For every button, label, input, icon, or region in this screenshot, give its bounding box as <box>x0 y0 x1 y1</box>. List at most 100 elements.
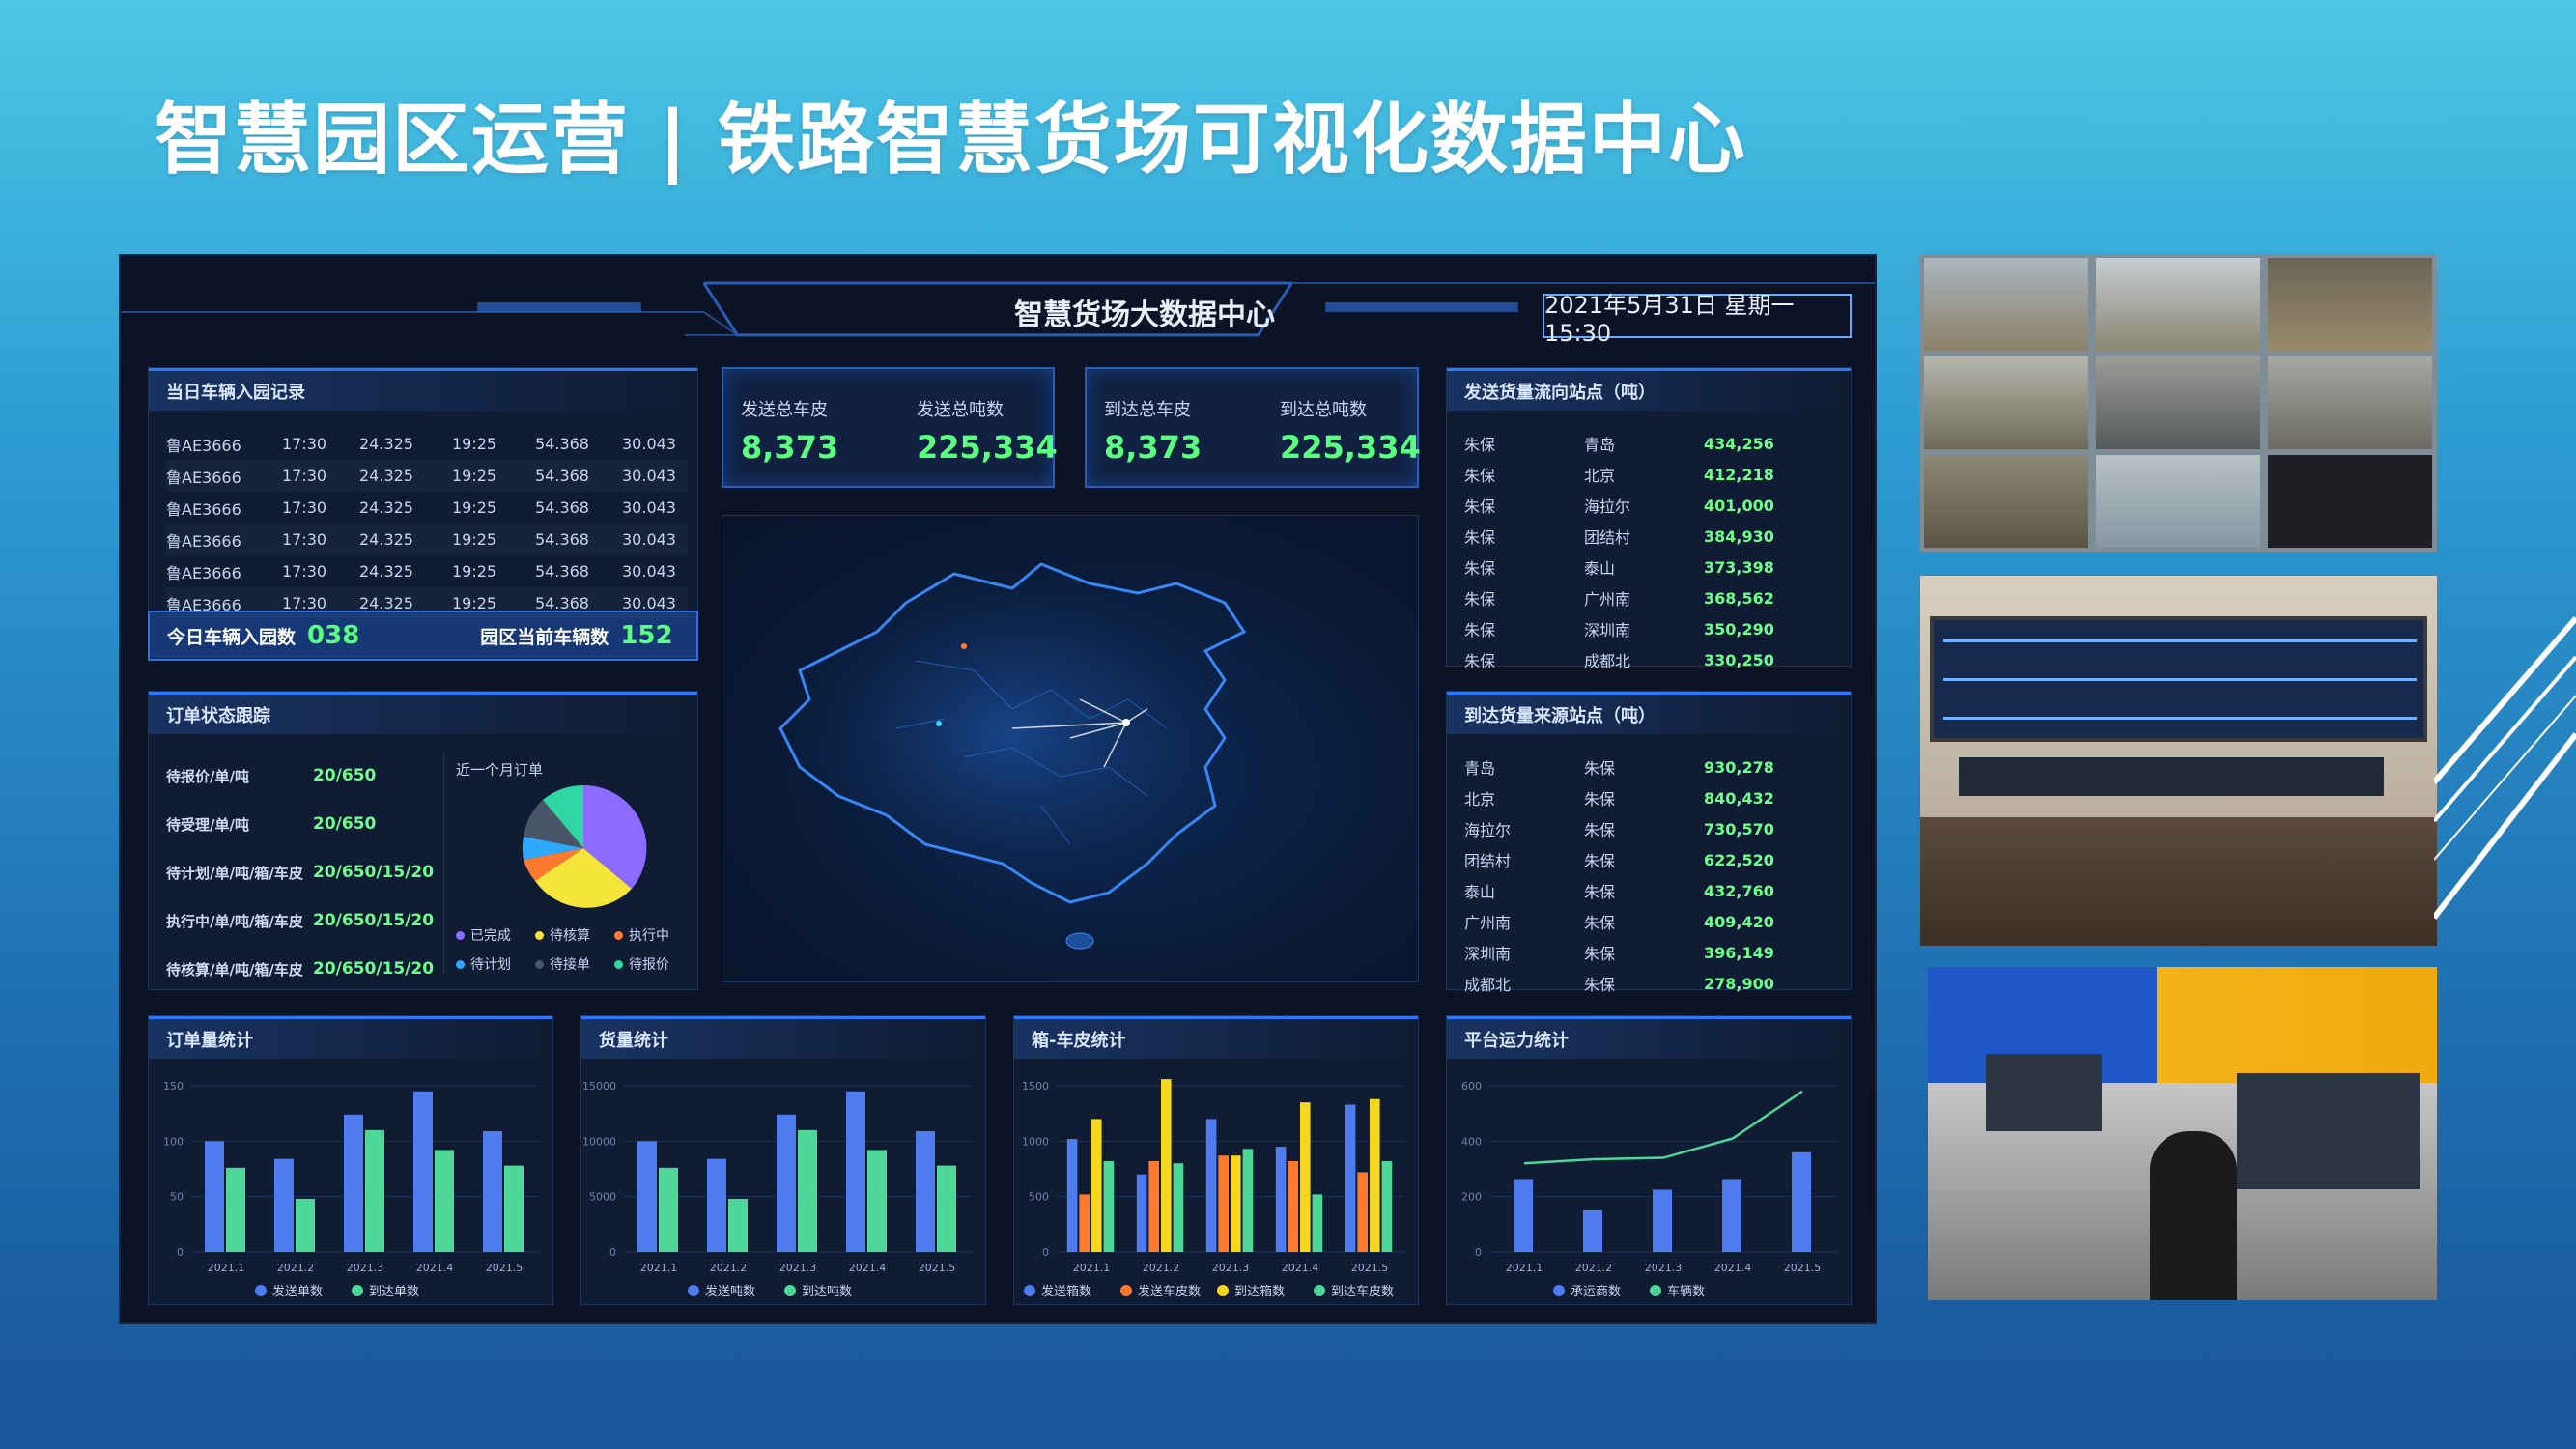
cell: 30.043 <box>622 530 676 549</box>
table-row[interactable]: 朱保 海拉尔 401,000 <box>1464 490 1851 521</box>
table-row[interactable]: 成都北 朱保 278,900 <box>1464 968 1851 999</box>
decorative-stripes <box>2434 616 2576 920</box>
kpi-send-card[interactable]: 发送总车皮 8,373 发送总吨数 225,334 <box>722 367 1058 488</box>
legend-item[interactable]: 待核算 <box>535 925 614 945</box>
legend-item[interactable]: 待计划 <box>456 954 535 974</box>
box-wagon-chart[interactable]: 0 500 1000 1500 2021.1 2021.2 2021.3 2021.4 2021… <box>1014 1059 1420 1306</box>
arrive-source-panel: 到达货量来源站点（吨） 青岛 朱保 930,278 北京 朱保 840,432 海拉尔朱… <box>1446 691 1852 994</box>
legend-item[interactable]: 待报价 <box>614 954 694 974</box>
kpi-label: 到达总吨数 <box>1280 400 1367 420</box>
x-tick-label: 2021.1 <box>640 1262 678 1274</box>
capacity-chart[interactable]: 0 200 400 600 2021.1 2021.2 2021.3 2021.4 2021.5… <box>1447 1059 1853 1306</box>
vehicle-counter-bar: 今日车辆入园数 038 园区当前车辆数 152 <box>148 611 698 661</box>
cell: 朱保 <box>1464 497 1496 516</box>
kpi-label: 发送总吨数 <box>917 400 1004 420</box>
cell-value: 401,000 <box>1704 496 1774 515</box>
table-row[interactable]: 鲁AE3666 17:30 24.325 19:25 54.368 30.043 <box>166 524 688 555</box>
x-tick-label: 2021.1 <box>1506 1262 1543 1274</box>
y-tick-label: 0 <box>177 1246 184 1259</box>
cell: 朱保 <box>1584 976 1616 994</box>
legend-item[interactable]: 执行中 <box>614 925 694 945</box>
table-row[interactable]: 朱保 成都北 330,250 <box>1464 644 1851 675</box>
cell: 19:25 <box>452 435 497 453</box>
bar-到达吨数 <box>867 1150 887 1252</box>
vehicle-entry-table: 鲁AE3666 17:30 24.325 19:25 54.368 30.043… <box>166 428 688 619</box>
order-status-list: 待报价/单/吨 20/650 待受理/单/吨 20/650 待计划/单/吨/箱/车皮… <box>166 752 456 993</box>
kpi-arrive-card[interactable]: 到达总车皮 8,373 到达总吨数 225,334 <box>1085 367 1421 488</box>
panel-title: 箱-车皮统计 <box>1014 1016 1418 1059</box>
y-tick-label: 500 <box>1029 1191 1049 1204</box>
camera-feed <box>2268 258 2432 351</box>
operator-workstation-photo <box>1928 967 2437 1300</box>
bar-到达车皮数 <box>1381 1160 1393 1252</box>
volume-chart[interactable]: 0 5000 10000 15000 2021.1 2021.2 2021.3 2021.4 2… <box>581 1059 987 1306</box>
table-row[interactable]: 北京 朱保 840,432 <box>1464 782 1851 813</box>
legend-label: 发送箱数 <box>1041 1284 1091 1299</box>
capacity-chart-panel: 平台运力统计 0 200 400 600 2021.1 2021.2 2021.3 2021.… <box>1446 1015 1852 1305</box>
table-row[interactable]: 朱保 北京 412,218 <box>1464 459 1851 490</box>
list-item[interactable]: 待计划/单/吨/箱/车皮 20/650/15/20 <box>166 848 456 896</box>
table-row[interactable]: 海拉尔 朱保 730,570 <box>1464 813 1851 844</box>
cell-value: 434,256 <box>1704 434 1774 453</box>
cell: 青岛 <box>1464 759 1496 778</box>
bar-发送箱数 <box>1205 1119 1217 1252</box>
bar-发送吨数 <box>777 1114 796 1252</box>
cell: 24.325 <box>359 530 413 549</box>
cell: 广州南 <box>1464 914 1512 932</box>
table-row[interactable]: 深圳南 朱保 396,149 <box>1464 937 1851 968</box>
legend-dot <box>784 1285 796 1296</box>
bar-发送单数 <box>413 1091 433 1252</box>
list-item[interactable]: 执行中/单/吨/箱/车皮 20/650/15/20 <box>166 896 456 945</box>
table-row[interactable]: 鲁AE3666 17:30 24.325 19:25 54.368 30.043 <box>166 492 688 524</box>
legend-item[interactable]: 待接单 <box>535 954 614 974</box>
cell: 19:25 <box>452 530 497 549</box>
send-flow-table: 朱保 青岛 434,256 朱保 北京 412,218 朱保 海拉尔 401,000 朱保团… <box>1464 428 1851 675</box>
cell: 30.043 <box>622 435 676 453</box>
cell: 朱保 <box>1584 821 1616 839</box>
table-row[interactable]: 朱保 团结村 384,930 <box>1464 521 1851 552</box>
legend-dot <box>1553 1285 1565 1296</box>
list-item[interactable]: 待核算/单/吨/箱/车皮 20/650/15/20 <box>166 945 456 993</box>
cell: 17:30 <box>282 498 327 517</box>
bar-发送箱数 <box>1275 1147 1287 1252</box>
cell: 朱保 <box>1464 590 1496 609</box>
cell: 朱保 <box>1464 621 1496 639</box>
cell-value: 396,149 <box>1704 943 1774 962</box>
bar-到达单数 <box>226 1167 245 1252</box>
table-row[interactable]: 广州南 朱保 409,420 <box>1464 906 1851 937</box>
order-pie-chart[interactable] <box>516 781 651 916</box>
cell-value: 350,290 <box>1704 619 1774 639</box>
table-row[interactable]: 团结村 朱保 622,520 <box>1464 844 1851 875</box>
cell: 广州南 <box>1584 590 1631 609</box>
cell: 朱保 <box>1464 528 1496 547</box>
table-row[interactable]: 鲁AE3666 17:30 24.325 19:25 54.368 30.043 <box>166 555 688 587</box>
table-row[interactable]: 青岛 朱保 930,278 <box>1464 752 1851 782</box>
cell-value: 412,218 <box>1704 465 1774 484</box>
list-item[interactable]: 待受理/单/吨 20/650 <box>166 800 456 848</box>
list-item[interactable]: 待报价/单/吨 20/650 <box>166 752 456 800</box>
legend-item[interactable]: 已完成 <box>456 925 535 945</box>
cell: 30.043 <box>622 498 676 517</box>
cell-value: 330,250 <box>1704 650 1774 669</box>
table-row[interactable]: 泰山 朱保 432,760 <box>1464 875 1851 906</box>
monitor <box>2237 1073 2420 1189</box>
table-row[interactable]: 鲁AE3666 17:30 24.325 19:25 54.368 30.043 <box>166 428 688 460</box>
table-row[interactable]: 朱保 泰山 373,398 <box>1464 552 1851 582</box>
x-tick-label: 2021.3 <box>779 1262 817 1274</box>
cctv-grid-photo <box>1920 254 2437 552</box>
table-row[interactable]: 朱保 广州南 368,562 <box>1464 582 1851 613</box>
table-row[interactable]: 鲁AE3666 17:30 24.325 19:25 54.368 30.043 <box>166 460 688 492</box>
cell-value: 432,760 <box>1704 881 1774 900</box>
bar-承运商数 <box>1583 1210 1602 1252</box>
order-count-chart[interactable]: 0 50 100 150 2021.1 2021.2 2021.3 2021.4 2021.5 发… <box>149 1059 554 1306</box>
legend-label: 待计划 <box>470 957 511 973</box>
table-row[interactable]: 朱保 深圳南 350,290 <box>1464 613 1851 644</box>
cell: 团结村 <box>1464 852 1512 870</box>
cell: 青岛 <box>1584 436 1616 454</box>
table-row[interactable]: 朱保 青岛 434,256 <box>1464 428 1851 459</box>
china-map[interactable] <box>722 515 1419 982</box>
cell: 30.043 <box>622 562 676 581</box>
cell-plate: 鲁AE3666 <box>166 563 241 582</box>
order-status-value: 20/650/15/20 <box>313 863 435 882</box>
cell-plate: 鲁AE3666 <box>166 531 241 551</box>
